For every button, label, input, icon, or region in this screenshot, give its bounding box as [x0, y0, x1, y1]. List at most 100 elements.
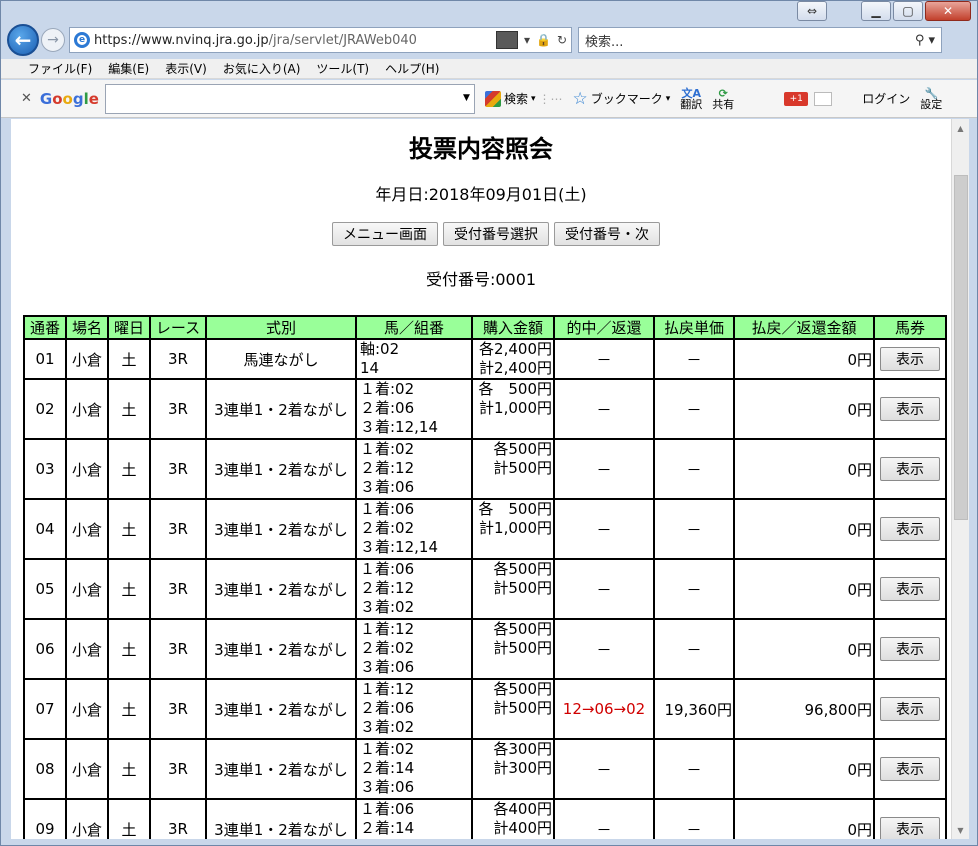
horse-line: ２着:02 — [360, 519, 415, 537]
race-cell: 3R — [149, 678, 207, 740]
bet-type-cell: 3連単1・2着ながし — [205, 798, 357, 839]
show-ticket-button[interactable]: 表示 — [880, 577, 940, 601]
horse-combo-cell: １着:02 ２着:14 ３着:06 — [355, 738, 473, 800]
ticket-cell: 表示 — [873, 338, 947, 380]
maximize-button[interactable]: ▢ — [893, 1, 923, 21]
star-icon: ☆ — [572, 88, 588, 109]
horse-combo-cell: １着:06 ２着:14 — [355, 798, 473, 839]
page-viewport: 投票内容照会 年月日:2018年09月01日(土) メニュー画面 受付番号選択 … — [11, 119, 951, 839]
search-input[interactable]: 検索... ⚲ ▾ — [578, 27, 942, 53]
column-header: 馬券 — [873, 315, 947, 340]
bet-type-cell: 3連単1・2着ながし — [205, 378, 357, 440]
scroll-down-icon[interactable]: ▼ — [952, 821, 969, 839]
menu-tools[interactable]: ツール(T) — [316, 60, 369, 77]
back-button[interactable]: ← — [7, 24, 39, 56]
amount-line: 計500円 — [493, 699, 552, 717]
horse-line: ３着:02 — [360, 718, 415, 736]
show-ticket-button[interactable]: 表示 — [880, 817, 940, 839]
vertical-scrollbar[interactable]: ▲ ▼ — [951, 119, 969, 839]
menu-screen-button[interactable]: メニュー画面 — [332, 222, 438, 246]
day-cell: 土 — [107, 678, 151, 740]
receipt-next-button[interactable]: 受付番号・次 — [554, 222, 660, 246]
horse-line: ２着:12 — [360, 459, 415, 477]
horse-line: ２着:12 — [360, 579, 415, 597]
place-cell: 小倉 — [65, 438, 109, 500]
receipt-select-button[interactable]: 受付番号選択 — [443, 222, 549, 246]
hit-cell: － — [553, 798, 655, 839]
show-ticket-button[interactable]: 表示 — [880, 697, 940, 721]
race-cell: 3R — [149, 378, 207, 440]
compat-view-icon[interactable] — [495, 31, 518, 49]
hit-cell: － — [553, 558, 655, 620]
amount-cell: 各 500円 計1,000円 — [471, 378, 555, 440]
place-cell: 小倉 — [65, 798, 109, 839]
show-ticket-button[interactable]: 表示 — [880, 397, 940, 421]
gplus-button[interactable]: +1 — [784, 91, 833, 106]
show-ticket-button[interactable]: 表示 — [880, 347, 940, 371]
login-button[interactable]: ログイン — [862, 90, 910, 107]
menu-edit[interactable]: 編集(E) — [108, 60, 149, 77]
toolbar-close-icon[interactable]: ✕ — [21, 91, 32, 106]
address-tools: ▾ 🔒 ↻ — [495, 31, 567, 49]
bookmark-button[interactable]: ☆ ブックマーク ▾ — [572, 89, 670, 109]
menu-favorites[interactable]: お気に入り(A) — [223, 60, 301, 77]
show-ticket-button[interactable]: 表示 — [880, 637, 940, 661]
amount-line: 計1,000円 — [479, 519, 552, 537]
serial-cell: 07 — [23, 678, 67, 740]
serial-cell: 09 — [23, 798, 67, 839]
table-row: 03 小倉土 3R 3連単1・2着ながし １着:02 ２着:12 ３着:06 各500円 計50… — [23, 438, 947, 500]
serial-cell: 05 — [23, 558, 67, 620]
menu-help[interactable]: ヘルプ(H) — [385, 60, 439, 77]
navigation-bar: ← → e https://www.nvinq.jra.go.jp/jra/se… — [7, 23, 971, 57]
table-row: 02 小倉土 3R 3連単1・2着ながし １着:02 ２着:06 ３着:12,14 各 500… — [23, 378, 947, 440]
table-row: 05 小倉土 3R 3連単1・2着ながし １着:06 ２着:12 ３着:02 各500円 計50… — [23, 558, 947, 620]
horse-line: ３着:06 — [360, 478, 415, 496]
search-icon[interactable]: ⚲ ▾ — [915, 33, 935, 48]
horse-line: ２着:06 — [360, 399, 415, 417]
race-cell: 3R — [149, 738, 207, 800]
share-button[interactable]: ⟳ 共有 — [712, 88, 734, 110]
horse-combo-cell: １着:06 ２着:02 ３着:12,14 — [355, 498, 473, 560]
scroll-thumb[interactable] — [954, 175, 968, 520]
day-cell: 土 — [107, 378, 151, 440]
share-icon: ⟳ — [718, 86, 728, 100]
payout-cell: 0円 — [733, 558, 875, 620]
unit-price-cell: － — [653, 438, 735, 500]
bet-type-cell: 3連単1・2着ながし — [205, 738, 357, 800]
race-cell: 3R — [149, 498, 207, 560]
place-cell: 小倉 — [65, 338, 109, 380]
amount-line: 計1,000円 — [479, 399, 552, 417]
ticket-cell: 表示 — [873, 498, 947, 560]
close-button[interactable]: ✕ — [925, 1, 971, 21]
dropdown-icon[interactable]: ▾ — [524, 33, 530, 47]
address-bar[interactable]: e https://www.nvinq.jra.go.jp/jra/servle… — [69, 27, 572, 53]
show-ticket-button[interactable]: 表示 — [880, 517, 940, 541]
ticket-cell: 表示 — [873, 618, 947, 680]
menu-view[interactable]: 表示(V) — [165, 60, 207, 77]
bet-type-cell: 3連単1・2着ながし — [205, 438, 357, 500]
show-ticket-button[interactable]: 表示 — [880, 457, 940, 481]
ticket-cell: 表示 — [873, 738, 947, 800]
google-search-input[interactable]: ▼ — [104, 83, 475, 114]
column-header: 馬／組番 — [355, 315, 473, 340]
minimize-button[interactable]: ▁ — [861, 1, 891, 21]
settings-button[interactable]: 🔧 設定 — [920, 88, 942, 110]
google-search-button[interactable]: 検索 ▾ ⋮⋯ — [484, 90, 562, 107]
scroll-up-icon[interactable]: ▲ — [952, 119, 969, 137]
hit-cell: － — [553, 618, 655, 680]
lock-icon[interactable]: 🔒 — [536, 33, 551, 47]
translate-button[interactable]: 文A 翻訳 — [680, 88, 702, 110]
column-header: レース — [149, 315, 207, 340]
payout-cell: 0円 — [733, 338, 875, 380]
refresh-icon[interactable]: ↻ — [557, 33, 567, 47]
race-cell: 3R — [149, 618, 207, 680]
menu-file[interactable]: ファイル(F) — [28, 60, 92, 77]
show-ticket-button[interactable]: 表示 — [880, 757, 940, 781]
page-button-row: メニュー画面 受付番号選択 受付番号・次 — [11, 222, 951, 246]
amount-line: 計500円 — [493, 459, 552, 477]
restore-icon[interactable]: ⇔ — [797, 1, 827, 21]
bet-type-cell: 3連単1・2着ながし — [205, 678, 357, 740]
forward-button[interactable]: → — [41, 28, 65, 52]
horse-combo-cell: １着:12 ２着:06 ３着:02 — [355, 678, 473, 740]
table-row: 04 小倉土 3R 3連単1・2着ながし １着:06 ２着:02 ３着:12,14 各 500… — [23, 498, 947, 560]
